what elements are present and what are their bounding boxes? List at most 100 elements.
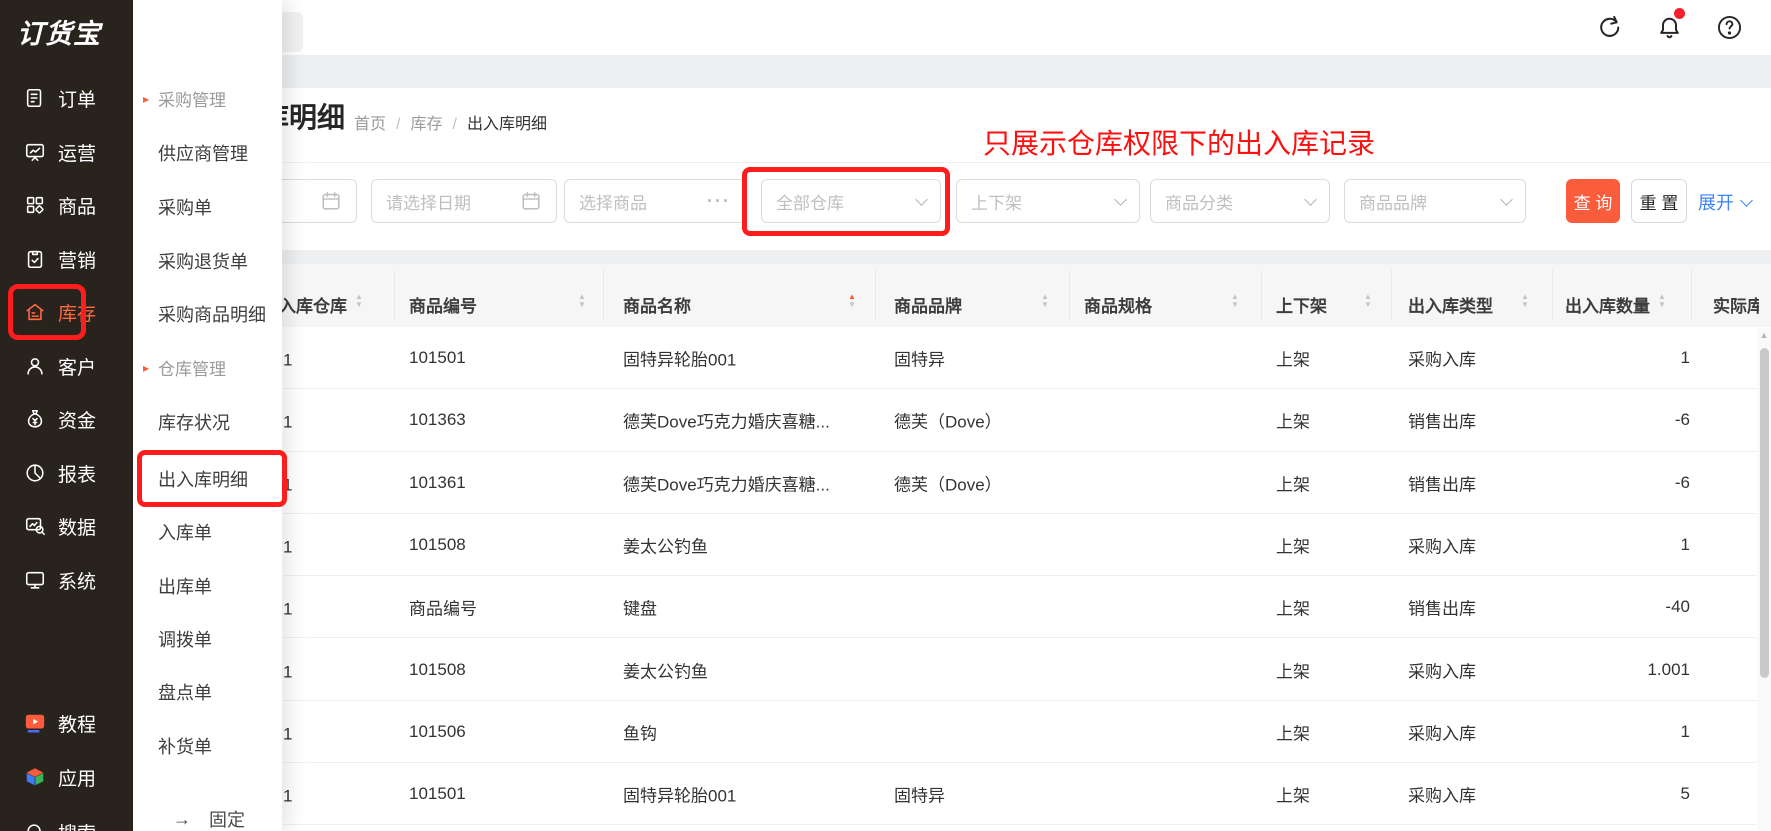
submenu-item-stock-detail[interactable]: 出入库明细	[133, 465, 282, 492]
cube-apps-icon	[26, 768, 44, 786]
cell-qty: 1.001	[1647, 659, 1690, 679]
submenu-item-suppliers[interactable]: 供应商管理	[133, 139, 282, 166]
col-type: 出入库类型	[1408, 297, 1493, 316]
cell-code: 101361	[409, 472, 466, 492]
cell-brand: 固特异	[894, 786, 945, 806]
app-logo: 订货宝	[17, 19, 101, 49]
cell-shelf: 上架	[1276, 537, 1310, 557]
cell-shelf: 上架	[1276, 599, 1310, 619]
help-icon[interactable]	[1716, 14, 1743, 41]
cell-code: 101508	[409, 659, 466, 679]
category-placeholder: 商品分类	[1165, 193, 1233, 213]
sort-qty[interactable]: ▲ ▼	[1658, 293, 1666, 308]
reset-button[interactable]: 重 置	[1631, 179, 1687, 223]
sidebar-item-system[interactable]: 系统	[0, 565, 133, 595]
triangle-right-icon: ▸	[143, 360, 150, 375]
sort-type[interactable]: ▲ ▼	[1521, 293, 1529, 308]
sidebar-item-customers[interactable]: 客户	[0, 351, 133, 381]
sidebar-item-funds[interactable]: 资金	[0, 404, 133, 434]
app-window: 出入库明细 ✕ 出入库明细 首页/库存/出入库明细 只展示仓库权限下的出入库记录…	[0, 0, 1771, 831]
main-sidebar: 订货宝 订单 运营 商品 营销 库存 客户 资金 报表 数据 系统 教程 应用	[0, 0, 133, 831]
sidebar-item-orders[interactable]: 订单	[0, 83, 133, 113]
column-divider	[603, 270, 604, 320]
cell-type: 采购入库	[1408, 724, 1476, 744]
vertical-scrollbar[interactable]: ▲	[1757, 328, 1771, 831]
search-icon	[27, 824, 41, 831]
calendar-icon	[322, 191, 340, 210]
chevron-down-icon	[915, 192, 928, 206]
section-gap-band	[133, 250, 1771, 264]
submenu-item-transfer-order[interactable]: 调拨单	[133, 625, 282, 652]
calendar-icon	[522, 191, 540, 210]
brand-select[interactable]: 商品品牌	[1344, 179, 1526, 223]
breadcrumb-home[interactable]: 首页	[354, 116, 386, 133]
sidebar-item-operations[interactable]: 运营	[0, 137, 133, 167]
sort-warehouse[interactable]: ▲ ▼	[355, 293, 363, 308]
submenu-group-purchase[interactable]: ▸ 采购管理	[133, 85, 282, 112]
col-spec: 商品规格	[1084, 297, 1152, 316]
sidebar-item-apps[interactable]: 应用	[0, 762, 133, 792]
submenu-item-purchase-order[interactable]: 采购单	[133, 193, 282, 220]
column-divider	[1691, 270, 1692, 320]
submenu-item-purchase-return[interactable]: 采购退货单	[133, 247, 282, 274]
expand-toggle[interactable]: 展开	[1698, 189, 1753, 215]
cell-type: 销售出库	[1408, 599, 1476, 619]
cell-shelf: 上架	[1276, 475, 1310, 495]
column-divider	[1552, 270, 1553, 320]
cell-name: 德芙Dove巧克力婚庆喜糖...	[623, 412, 830, 432]
sort-shelf[interactable]: ▲ ▼	[1364, 293, 1372, 308]
sidebar-item-marketing[interactable]: 营销	[0, 244, 133, 274]
query-button[interactable]: 查 询	[1566, 179, 1620, 223]
breadcrumb-inventory[interactable]: 库存	[410, 116, 442, 133]
submenu-item-purchase-detail[interactable]: 采购商品明细	[133, 300, 282, 327]
sidebar-item-tutorials[interactable]: 教程	[0, 708, 133, 738]
category-select[interactable]: 商品分类	[1150, 179, 1330, 223]
cell-type: 采购入库	[1408, 662, 1476, 682]
submenu-item-stock-status[interactable]: 库存状况	[133, 408, 282, 435]
grid-icon	[26, 196, 44, 214]
submenu-item-replenish-order[interactable]: 补货单	[133, 732, 282, 759]
shelf-status-select[interactable]: 上下架	[956, 179, 1140, 223]
warehouse-select[interactable]: 全部仓库	[761, 179, 941, 223]
cell-code: 101363	[409, 410, 466, 430]
sort-spec[interactable]: ▲ ▼	[1231, 293, 1239, 308]
sort-name[interactable]: ▲ ▼	[848, 293, 856, 308]
cell-shelf: 上架	[1276, 350, 1310, 370]
sidebar-item-products[interactable]: 商品	[0, 190, 133, 220]
sidebar-item-data[interactable]: 数据	[0, 511, 133, 541]
sort-desc-icon: ▼	[848, 299, 856, 309]
product-select[interactable]: 选择商品 ···	[564, 179, 746, 223]
pin-label: 固定	[209, 810, 245, 830]
scrollbar-up-arrow[interactable]: ▲	[1757, 330, 1771, 340]
cell-qty: 1	[1680, 348, 1690, 368]
pin-panel-toggle[interactable]: → 固定	[173, 806, 245, 831]
cell-brand: 固特异	[894, 350, 945, 370]
date-end-input[interactable]: 请选择日期	[371, 179, 557, 223]
scrollbar-thumb[interactable]	[1759, 348, 1769, 678]
submenu-group-warehouse[interactable]: ▸ 仓库管理	[133, 354, 282, 381]
sort-code[interactable]: ▲ ▼	[578, 293, 586, 308]
breadcrumb-separator: /	[396, 116, 401, 133]
chevron-down-icon	[1500, 192, 1513, 206]
cell-brand: 德芙（Dove）	[894, 475, 1002, 495]
cell-shelf: 上架	[1276, 412, 1310, 432]
submenu-item-outbound-order[interactable]: 出库单	[133, 572, 282, 599]
cell-shelf: 上架	[1276, 786, 1310, 806]
sidebar-item-inventory[interactable]: 库存	[0, 297, 133, 327]
chevron-down-icon	[1740, 193, 1753, 207]
submenu-item-inbound-order[interactable]: 入库单	[133, 518, 282, 545]
sidebar-item-reports[interactable]: 报表	[0, 458, 133, 488]
cell-type: 销售出库	[1408, 412, 1476, 432]
col-qty: 出入库数量	[1565, 297, 1650, 316]
submenu-item-stocktake-order[interactable]: 盘点单	[133, 678, 282, 705]
cell-name: 德芙Dove巧克力婚庆喜糖...	[623, 475, 830, 495]
notification-badge-dot	[1674, 8, 1685, 19]
sort-brand[interactable]: ▲ ▼	[1041, 293, 1049, 308]
refresh-icon[interactable]	[1596, 14, 1623, 41]
chevron-down-icon	[1114, 192, 1127, 206]
sidebar-item-search[interactable]: 搜索	[0, 817, 133, 831]
clipboard-check-icon	[27, 250, 43, 269]
annotation-text: 只展示仓库权限下的出入库记录	[983, 128, 1376, 159]
warehouse-placeholder: 全部仓库	[776, 193, 844, 213]
cell-type: 采购入库	[1408, 350, 1476, 370]
